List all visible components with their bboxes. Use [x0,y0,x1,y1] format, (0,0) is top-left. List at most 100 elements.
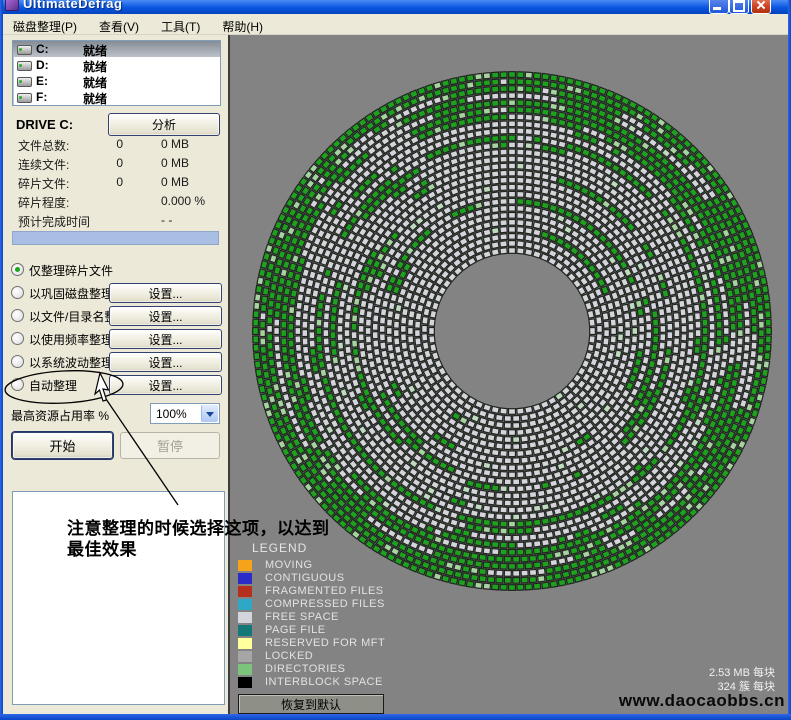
defrag-option-row: 自动整理 设置... [10,375,222,398]
window-border-left [0,0,3,720]
legend-label: FRAGMENTED FILES [265,585,384,597]
radio-button[interactable] [11,332,24,345]
stat-row: 连续文件: 0 0 MB [18,156,222,175]
legend-label: DIRECTORIES [265,663,345,675]
legend-swatch [238,677,252,688]
close-button[interactable] [751,0,771,14]
radio-button[interactable] [11,378,24,391]
stat-size: - - [161,213,172,227]
stat-size: 0 MB [161,175,189,189]
menu-item[interactable]: 查看(V) [97,17,141,36]
legend-swatch [238,599,252,610]
stat-count: 0 [78,137,123,151]
stat-label: 连续文件: [18,156,69,173]
legend-label: MOVING [265,559,313,571]
legend-swatch [238,625,252,636]
minimize-button[interactable] [709,0,729,14]
radio-label: 自动整理 [29,377,77,394]
restore-default-button[interactable]: 恢复到默认 [238,694,384,714]
legend-label: COMPRESSED FILES [265,598,385,610]
drive-icon [17,77,32,87]
legend-label: LOCKED [265,650,313,662]
stat-count: 0 [78,175,123,189]
legend-label: PAGE FILE [265,624,326,636]
disk-panel: LEGEND MOVINGCONTIGUOUSFRAGMENTED FILESC… [228,35,788,714]
legend-title: LEGEND [252,541,307,555]
chevron-down-icon[interactable] [201,405,218,422]
legend-label: CONTIGUOUS [265,572,345,584]
radio-button[interactable] [11,286,24,299]
radio-label: 以系统波动整理 [29,354,113,371]
resource-usage-label: 最高资源占用率 % [11,407,109,424]
radio-button[interactable] [11,263,24,276]
settings-button[interactable]: 设置... [109,306,222,326]
progress-bar [12,231,219,245]
radio-button[interactable] [11,355,24,368]
stat-size: 0 MB [161,156,189,170]
radio-label: 以使用频率整理 [29,331,113,348]
legend-swatch [238,573,252,584]
stat-row: 碎片文件: 0 0 MB [18,175,222,194]
drive-row[interactable]: F: 就绪 [13,89,220,105]
legend-swatch [238,560,252,571]
pause-button: 暂停 [120,432,220,459]
app-window: UltimateDefrag 磁盘整理(P) 查看(V) 工具(T) 帮助(H) C:… [0,0,791,720]
watermark-text: www.daocaobbs.cn [619,691,785,711]
analyze-button[interactable]: 分析 [108,113,220,136]
legend-swatch [238,638,252,649]
resource-usage-value: 100% [156,407,187,421]
stat-size: 0 MB [161,137,189,151]
stat-label: 文件总数: [18,137,69,154]
settings-button[interactable]: 设置... [109,329,222,349]
stat-row: 文件总数: 0 0 MB [18,137,222,156]
radio-label: 仅整理碎片文件 [29,262,113,279]
stat-label: 碎片程度: [18,194,69,211]
stat-label: 碎片文件: [18,175,69,192]
legend-swatch [238,612,252,623]
stat-row: 预计完成时间 - - [18,213,222,232]
settings-button[interactable]: 设置... [109,352,222,372]
legend-label: INTERBLOCK SPACE [265,676,383,688]
drive-icon [17,93,32,103]
drive-name: D: [36,58,49,72]
defrag-option-row: 以系统波动整理设置... [10,352,222,375]
annotation-text-line2: 最佳效果 [67,535,137,560]
menu-bar: 磁盘整理(P) 查看(V) 工具(T) 帮助(H) [3,14,788,35]
drive-title: DRIVE C: [16,117,73,132]
legend-label: FREE SPACE [265,611,339,623]
legend-label: RESERVED FOR MFT [265,637,385,649]
menu-item[interactable]: 帮助(H) [220,17,265,36]
stat-size: 0.000 % [161,194,205,208]
drive-name: F: [36,90,47,104]
title-bar[interactable]: UltimateDefrag [0,0,791,14]
drive-row[interactable]: E:就绪 [13,73,220,89]
defrag-option-row: 以巩固磁盘整理设置... [10,283,222,306]
start-button[interactable]: 开始 [12,432,113,459]
menu-item[interactable]: 工具(T) [159,17,202,36]
stat-row: 碎片程度: 0.000 % [18,194,222,213]
legend-swatch [238,586,252,597]
app-icon [5,0,19,11]
window-border-bottom [0,714,791,720]
resource-usage-select[interactable]: 100% [150,403,220,424]
stat-count: 0 [78,156,123,170]
drive-row[interactable]: C:就绪 [13,41,220,57]
settings-button[interactable]: 设置... [109,283,222,303]
drive-row[interactable]: D:就绪 [13,57,220,73]
maximize-button[interactable] [729,0,749,14]
drive-list[interactable]: C:就绪D:就绪E:就绪F: 就绪 [12,40,221,106]
drive-status: 就绪 [83,90,107,107]
settings-button[interactable]: 设置... [109,375,222,395]
defrag-option-row: 以文件/目录名整理设置... [10,306,222,329]
radio-button[interactable] [11,309,24,322]
defrag-option-row: 以使用频率整理设置... [10,329,222,352]
drive-icon [17,45,32,55]
legend-swatch [238,651,252,662]
radio-label: 以巩固磁盘整理 [29,285,113,302]
menu-item[interactable]: 磁盘整理(P) [11,17,79,36]
legend-swatch [238,664,252,675]
control-panel: C:就绪D:就绪E:就绪F:就绪 DRIVE C: 分析 文件总数:00 MB连… [3,35,228,714]
stat-label: 预计完成时间 [18,213,90,230]
defrag-option-row: 仅整理碎片文件 [10,260,222,283]
window-title: UltimateDefrag [23,0,122,11]
